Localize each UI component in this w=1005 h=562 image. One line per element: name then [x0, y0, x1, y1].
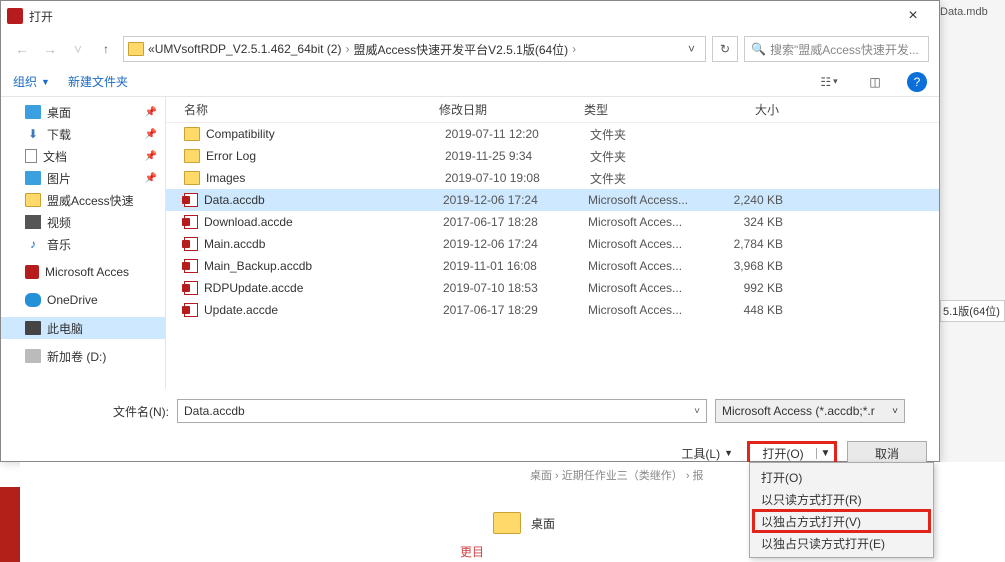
- view-button[interactable]: ☷ ▾: [815, 71, 843, 93]
- pin-icon: 📌: [145, 173, 157, 184]
- folder-icon: [184, 149, 200, 163]
- access-file-icon: [184, 237, 198, 251]
- open-button[interactable]: 打开(O): [750, 445, 816, 462]
- desktop-folder[interactable]: 桌面: [493, 512, 555, 534]
- sidebar: 桌面📌⬇下载📌文档📌图片📌盟威Access快速视频♪音乐 Microsoft Ac…: [1, 97, 166, 389]
- pin-icon: 📌: [145, 107, 157, 118]
- file-pane: 名称 修改日期 类型 大小 Compatibility2019-07-11 12…: [166, 97, 939, 389]
- file-row[interactable]: Error Log2019-11-25 9:34文件夹: [166, 145, 939, 167]
- file-row[interactable]: Images2019-07-10 19:08文件夹: [166, 167, 939, 189]
- sidebar-item-drive[interactable]: 新加卷 (D:): [1, 345, 165, 367]
- titlebar: 打开 ×: [1, 1, 939, 31]
- folder-icon: [184, 171, 200, 185]
- pc-icon: [25, 321, 41, 335]
- menu-item[interactable]: 以独占方式打开(V): [753, 510, 930, 532]
- chevron-down-icon[interactable]: ˅: [694, 406, 700, 417]
- desktop-icon: [25, 105, 41, 119]
- pic-icon: [25, 171, 41, 185]
- access-icon: [25, 265, 39, 279]
- filename-label: 文件名(N):: [113, 403, 169, 420]
- menu-item[interactable]: 以独占只读方式打开(E): [753, 532, 930, 554]
- address-dropdown[interactable]: ˅: [682, 42, 701, 56]
- sidebar-item-cloud[interactable]: OneDrive: [1, 289, 165, 311]
- file-row[interactable]: Update.accde2017-06-17 18:29Microsoft Ac…: [166, 299, 939, 321]
- sidebar-item-music[interactable]: ♪音乐: [1, 233, 165, 255]
- access-file-icon: [184, 259, 198, 273]
- sidebar-item-download[interactable]: ⬇下载📌: [1, 123, 165, 145]
- sidebar-item-desktop[interactable]: 桌面📌: [1, 101, 165, 123]
- open-file-dialog: 打开 × ← → ˅ ↑ « UMVsoftRDP_V2.5.1.462_64b…: [0, 0, 940, 462]
- folder-icon: [128, 42, 144, 56]
- chevron-down-icon: ˅: [892, 406, 898, 417]
- bg-filename: Data.mdb: [936, 4, 1005, 20]
- file-row[interactable]: RDPUpdate.accde2019-07-10 18:53Microsoft…: [166, 277, 939, 299]
- music-icon: ♪: [25, 237, 41, 251]
- file-row[interactable]: Download.accde2017-06-17 18:28Microsoft …: [166, 211, 939, 233]
- toolbar: 组织▼ 新建文件夹 ☷ ▾ ◫ ?: [1, 67, 939, 97]
- filename-input[interactable]: Data.accdb ˅: [177, 399, 707, 423]
- tools-dropdown[interactable]: 工具(L) ▼: [681, 445, 733, 462]
- newfolder-button[interactable]: 新建文件夹: [68, 73, 128, 90]
- file-row[interactable]: Main.accdb2019-12-06 17:24Microsoft Acce…: [166, 233, 939, 255]
- nav-bar: ← → ˅ ↑ « UMVsoftRDP_V2.5.1.462_64bit (2…: [1, 31, 939, 67]
- col-type[interactable]: 类型: [584, 101, 709, 118]
- help-button[interactable]: ?: [907, 72, 927, 92]
- column-headers: 名称 修改日期 类型 大小: [166, 97, 939, 123]
- access-file-icon: [184, 281, 198, 295]
- menu-item[interactable]: 打开(O): [753, 466, 930, 488]
- refresh-button[interactable]: ↻: [712, 36, 738, 62]
- open-dropdown[interactable]: ▼: [816, 448, 834, 459]
- col-name[interactable]: 名称: [184, 101, 439, 118]
- file-row[interactable]: Main_Backup.accdb2019-11-01 16:08Microso…: [166, 255, 939, 277]
- search-icon: 🔍: [751, 42, 766, 56]
- up-button[interactable]: ↑: [95, 38, 117, 60]
- under-red-text: 更目: [460, 543, 484, 560]
- file-row[interactable]: Data.accdb2019-12-06 17:24Microsoft Acce…: [166, 189, 939, 211]
- address-bar[interactable]: « UMVsoftRDP_V2.5.1.462_64bit (2) › 盟威Ac…: [123, 36, 706, 62]
- cloud-icon: [25, 293, 41, 307]
- filetype-dropdown[interactable]: Microsoft Access (*.accdb;*.r ˅: [715, 399, 905, 423]
- file-row[interactable]: Compatibility2019-07-11 12:20文件夹: [166, 123, 939, 145]
- sidebar-item-pic[interactable]: 图片📌: [1, 167, 165, 189]
- video-icon: [25, 215, 41, 229]
- bg-mid-snippet: 5.1版(64位): [940, 300, 1005, 322]
- access-file-icon: [184, 193, 198, 207]
- preview-pane-button[interactable]: ◫: [861, 71, 889, 93]
- col-date[interactable]: 修改日期: [439, 101, 584, 118]
- open-dropdown-menu: 打开(O)以只读方式打开(R)以独占方式打开(V)以独占只读方式打开(E): [749, 462, 934, 558]
- sidebar-item-access[interactable]: Microsoft Acces: [1, 261, 165, 283]
- dialog-title: 打开: [29, 8, 893, 25]
- organize-button[interactable]: 组织▼: [13, 73, 50, 90]
- close-button[interactable]: ×: [893, 7, 933, 25]
- pin-icon: 📌: [145, 151, 157, 162]
- forward-button[interactable]: →: [39, 38, 61, 60]
- access-sidebar: [0, 487, 20, 562]
- recent-dropdown[interactable]: ˅: [67, 38, 89, 60]
- folder-icon: [184, 127, 200, 141]
- sidebar-item-pc[interactable]: 此电脑: [1, 317, 165, 339]
- under-breadcrumb: 桌面 › 近期任作业三（类继作） › 报: [530, 467, 704, 483]
- sidebar-item-doc[interactable]: 文档📌: [1, 145, 165, 167]
- fld-icon: [25, 193, 41, 207]
- access-icon: [7, 8, 23, 24]
- sidebar-item-fld[interactable]: 盟威Access快速: [1, 189, 165, 211]
- doc-icon: [25, 149, 37, 163]
- drive-icon: [25, 349, 41, 363]
- access-file-icon: [184, 303, 198, 317]
- search-input[interactable]: 🔍 搜索"盟威Access快速开发...: [744, 36, 929, 62]
- col-size[interactable]: 大小: [709, 101, 789, 118]
- access-file-icon: [184, 215, 198, 229]
- pin-icon: 📌: [145, 129, 157, 140]
- footer: 文件名(N): Data.accdb ˅ Microsoft Access (*…: [1, 389, 939, 473]
- menu-item[interactable]: 以只读方式打开(R): [753, 488, 930, 510]
- back-button[interactable]: ←: [11, 38, 33, 60]
- download-icon: ⬇: [25, 127, 41, 141]
- breadcrumb: « UMVsoftRDP_V2.5.1.462_64bit (2) › 盟威Ac…: [148, 41, 580, 58]
- folder-icon: [493, 512, 521, 534]
- sidebar-item-video[interactable]: 视频: [1, 211, 165, 233]
